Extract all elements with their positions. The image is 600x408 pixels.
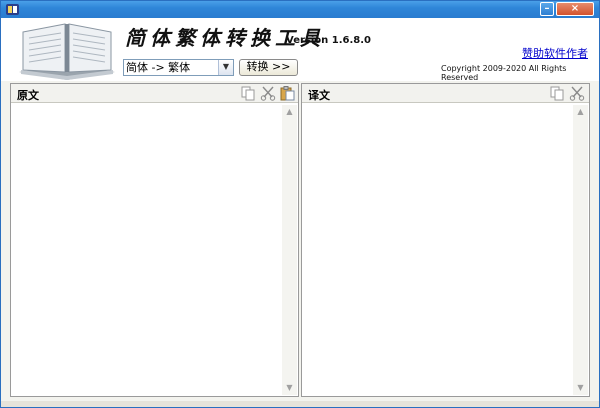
scroll-down-icon[interactable]: ▼ bbox=[282, 382, 297, 394]
sponsor-link[interactable]: 赞助软件作者 bbox=[522, 45, 588, 61]
cut-icon[interactable] bbox=[569, 86, 585, 101]
scroll-up-icon[interactable]: ▲ bbox=[573, 106, 588, 118]
scroll-up-icon[interactable]: ▲ bbox=[282, 106, 297, 118]
status-bar bbox=[1, 401, 599, 407]
minimize-button[interactable]: – bbox=[540, 2, 554, 16]
target-panel-title: 译文 bbox=[308, 89, 330, 102]
paste-icon[interactable] bbox=[280, 86, 296, 101]
scroll-down-icon[interactable]: ▼ bbox=[573, 382, 588, 394]
close-button[interactable]: × bbox=[556, 2, 594, 16]
convert-button[interactable]: 转换 >> bbox=[239, 59, 298, 76]
target-scrollbar[interactable]: ▲ ▼ bbox=[573, 105, 588, 395]
source-panel-header: 原文 bbox=[11, 84, 298, 103]
app-icon bbox=[6, 4, 19, 15]
copy-icon[interactable] bbox=[240, 86, 256, 101]
cut-icon[interactable] bbox=[260, 86, 276, 101]
source-text-area[interactable]: ▲ ▼ bbox=[12, 105, 297, 395]
title-bar[interactable]: – × bbox=[1, 1, 599, 18]
source-panel-title: 原文 bbox=[17, 89, 39, 102]
header: 简体繁体转换工具 Version 1.6.8.0 赞助软件作者 Copyrigh… bbox=[1, 18, 599, 82]
book-logo bbox=[19, 23, 115, 80]
target-text-area[interactable]: ▲ ▼ bbox=[303, 105, 588, 395]
target-panel-header: 译文 bbox=[302, 84, 589, 103]
copyright-text: Copyright 2009-2020 All Rights Reserved bbox=[441, 64, 567, 82]
copy-icon[interactable] bbox=[549, 86, 565, 101]
source-scrollbar[interactable]: ▲ ▼ bbox=[282, 105, 297, 395]
conversion-mode-select[interactable]: 简体 -> 繁体 ▼ bbox=[123, 59, 234, 76]
app-window: – × 简体繁体转换工具 Version 1.6.8.0 赞助软件作者 Copy… bbox=[0, 0, 600, 408]
version-label: Version 1.6.8.0 bbox=[286, 35, 371, 46]
mode-selected-value: 简体 -> 繁体 bbox=[126, 61, 191, 74]
chevron-down-icon[interactable]: ▼ bbox=[218, 60, 233, 75]
source-panel: 原文 ▲ ▼ bbox=[10, 83, 299, 397]
target-panel: 译文 ▲ ▼ bbox=[301, 83, 590, 397]
